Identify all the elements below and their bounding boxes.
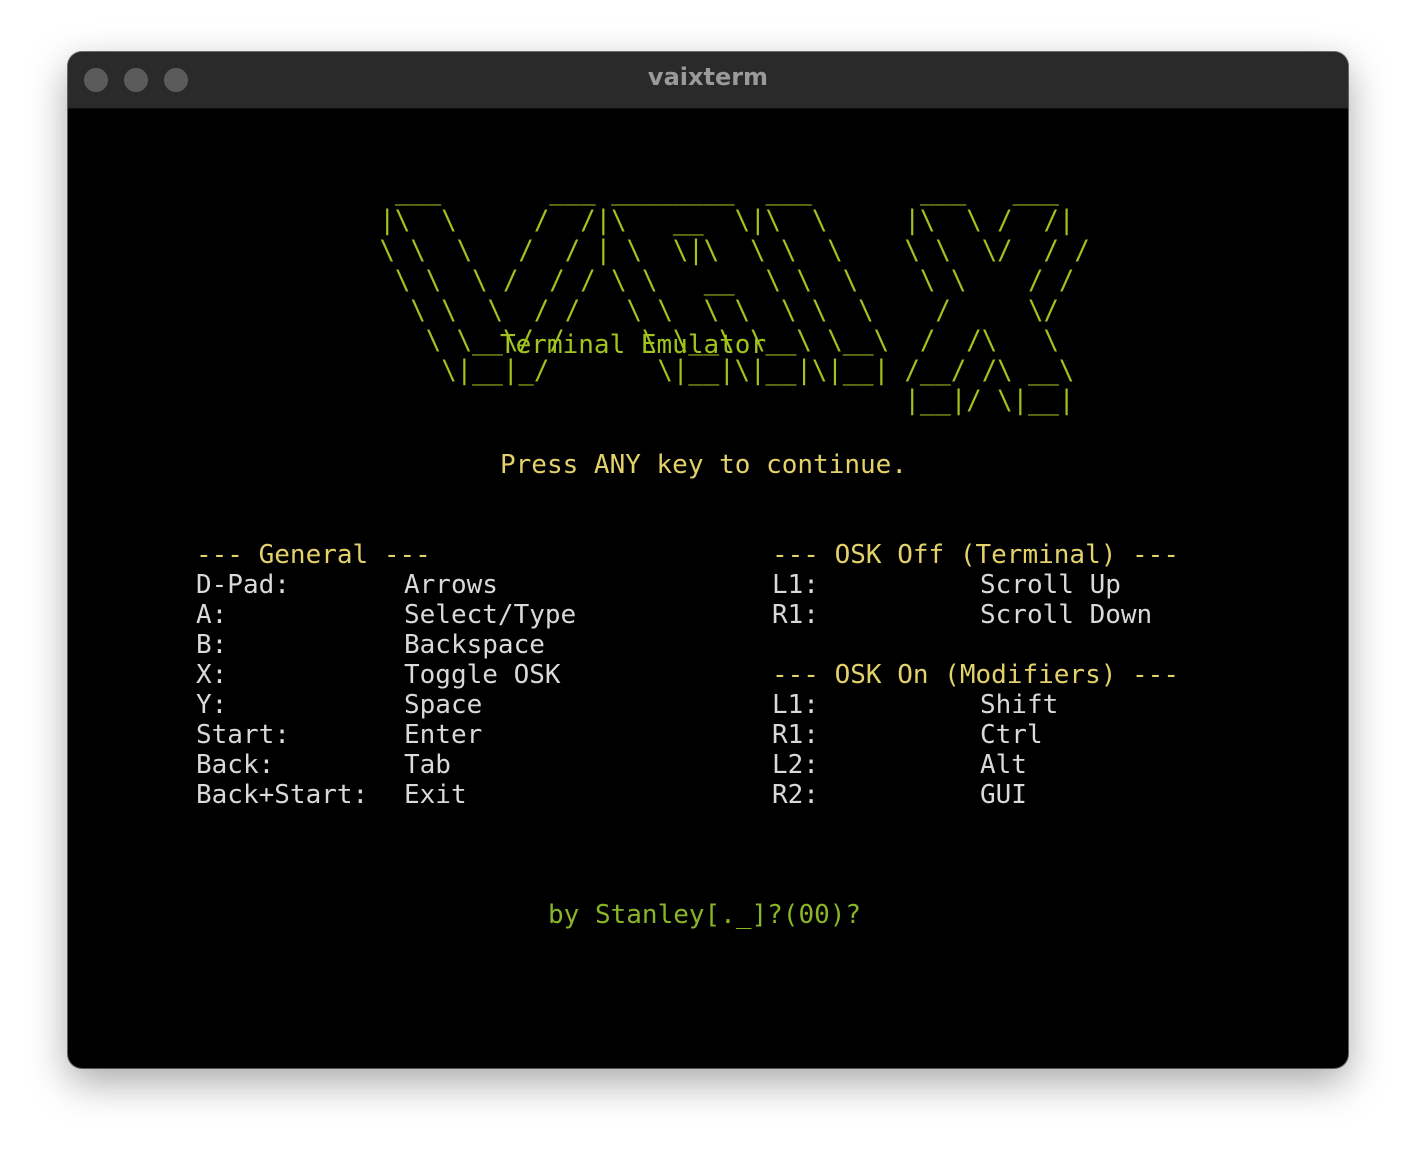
binding-key: Back: [196,750,275,780]
binding-action: GUI [980,780,1027,810]
osk-off-heading: --- OSK Off (Terminal) --- [772,540,1179,570]
binding-key: Back+Start: [196,780,369,810]
binding-key: R1: [772,600,819,630]
binding-action: Toggle OSK [404,660,561,690]
binding-key: D-Pad: [196,570,290,600]
binding-action: Backspace [404,630,545,660]
binding-key: Start: [196,720,290,750]
binding-action: Ctrl [980,720,1043,750]
general-row: Back+Start: Exit [196,780,467,900]
binding-action: Exit [404,780,467,810]
binding-action: Tab [404,750,451,780]
binding-action: Shift [980,690,1059,720]
binding-action: Arrows [404,570,498,600]
binding-action: Space [404,690,483,720]
binding-action: Select/Type [404,600,577,630]
osk-on-heading: --- OSK On (Modifiers) --- [772,660,1179,690]
binding-key: L1: [772,690,819,720]
osk-on-row: R2: GUI [772,780,1027,900]
general-heading: --- General --- [196,540,431,570]
author-credit: by Stanley[._]?(00)? [548,900,862,930]
binding-key: Y: [196,690,228,720]
binding-action: Scroll Down [980,600,1153,630]
title-bar[interactable]: vaixterm [68,52,1348,109]
binding-key: L2: [772,750,819,780]
binding-action: Enter [404,720,483,750]
ascii-logo: ___ ___ ________ ___ ___ ___ |\ \ / /|\ … [379,175,1090,416]
binding-key: B: [196,630,228,660]
binding-key: A: [196,600,228,630]
terminal-window: vaixterm ___ ___ ________ ___ ___ ___ |\… [68,52,1348,1068]
binding-key: R2: [772,780,819,810]
binding-key: R1: [772,720,819,750]
window-title: vaixterm [647,63,769,91]
binding-key: L1: [772,570,819,600]
logo-subtitle: Terminal Emulator [500,330,767,360]
binding-action: Scroll Up [980,570,1121,600]
binding-key: X: [196,660,228,690]
continue-prompt: Press ANY key to continue. [500,450,907,480]
terminal-screen[interactable]: ___ ___ ________ ___ ___ ___ |\ \ / /|\ … [68,108,1348,1068]
binding-action: Alt [980,750,1027,780]
